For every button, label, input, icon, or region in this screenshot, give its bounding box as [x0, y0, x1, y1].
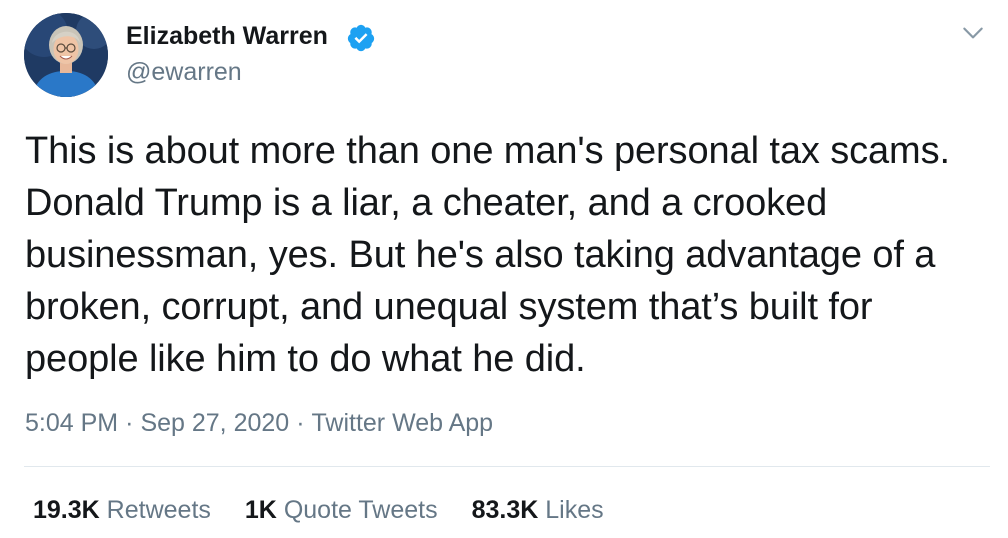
- tweet-text: This is about more than one man's person…: [25, 130, 950, 380]
- avatar-image: [24, 13, 108, 97]
- likes-stat[interactable]: 83.3K Likes: [472, 494, 604, 526]
- quote-tweets-count: 1K: [244, 496, 277, 524]
- tweet-meta: 5:04 PM · Sep 27, 2020 · Twitter Web App: [25, 407, 493, 439]
- retweets-stat[interactable]: 19.3K Retweets: [33, 494, 211, 526]
- tweet-date[interactable]: Sep 27, 2020: [140, 409, 289, 437]
- meta-separator: ·: [296, 409, 305, 437]
- retweets-count: 19.3K: [33, 496, 100, 524]
- tweet-stats: 19.3K Retweets 1K Quote Tweets 83.3K Lik…: [33, 494, 638, 526]
- user-handle[interactable]: @ewarren: [126, 56, 242, 88]
- avatar[interactable]: [24, 13, 108, 97]
- likes-label: Likes: [545, 496, 604, 524]
- likes-count: 83.3K: [471, 496, 539, 524]
- display-name[interactable]: Elizabeth Warren: [126, 20, 328, 52]
- tweet-source[interactable]: Twitter Web App: [312, 409, 494, 437]
- quote-tweets-label: Quote Tweets: [283, 496, 438, 524]
- verified-badge-icon: [347, 24, 375, 52]
- tweet-card: Elizabeth Warren @ewarren This is about …: [0, 0, 1008, 538]
- divider: [24, 466, 990, 467]
- meta-separator: ·: [125, 409, 134, 437]
- quote-tweets-stat[interactable]: 1K Quote Tweets: [245, 494, 438, 526]
- retweets-label: Retweets: [106, 496, 211, 524]
- chevron-down-icon[interactable]: [960, 20, 986, 46]
- tweet-time[interactable]: 5:04 PM: [25, 409, 118, 437]
